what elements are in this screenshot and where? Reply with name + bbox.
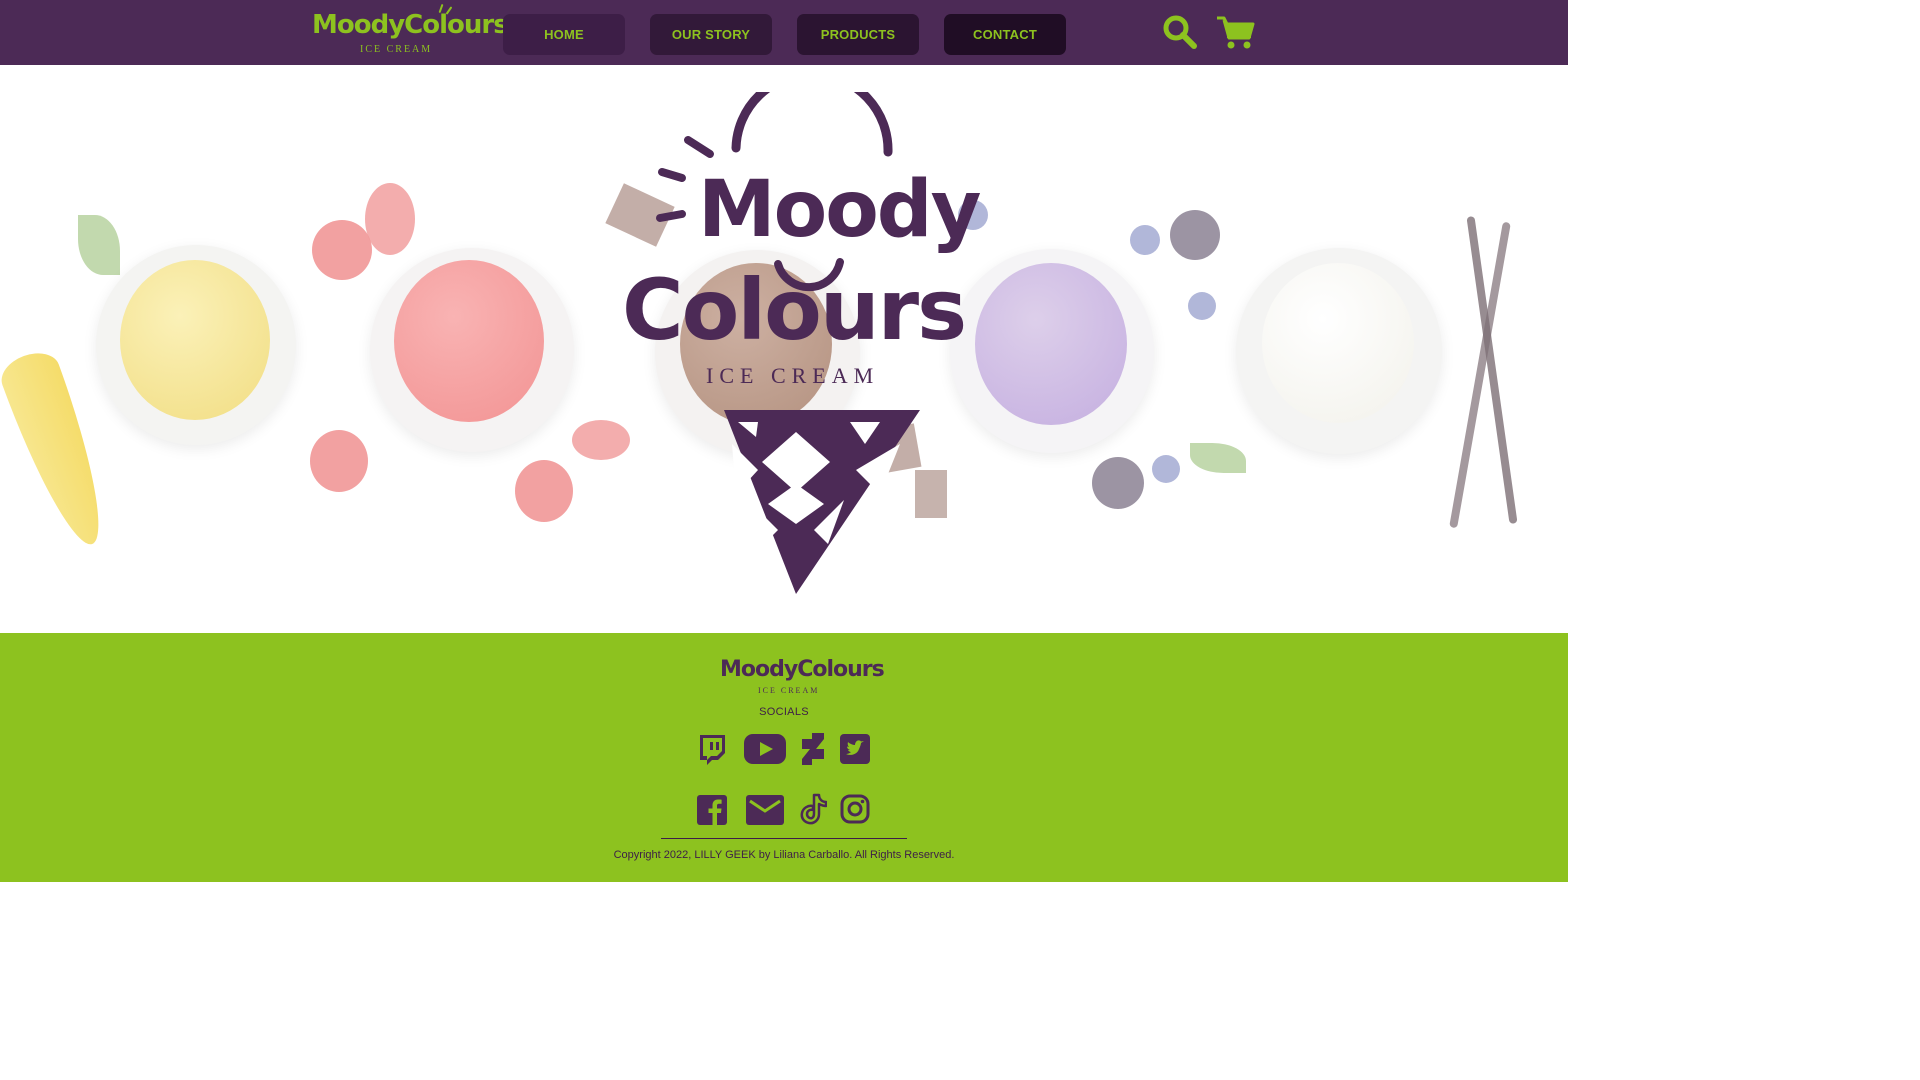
site-header: MoodyColours ICE CREAM HOME OUR STORY PR… <box>0 0 1568 65</box>
footer-logo[interactable]: MoodyColours ICE CREAM <box>716 649 885 697</box>
nav-our-story-button[interactable]: OUR STORY <box>650 14 772 55</box>
youtube-icon[interactable] <box>744 734 786 764</box>
leaf-decoration <box>1190 443 1246 473</box>
copyright-text: Copyright 2022, LILLY GEEK by Liliana Ca… <box>613 849 955 861</box>
vanilla-pod-decoration <box>1466 215 1518 525</box>
logo-tagline: ICE CREAM <box>360 44 433 55</box>
email-icon[interactable] <box>746 795 784 825</box>
mango-scoop <box>120 260 270 420</box>
search-icon[interactable] <box>1162 14 1198 50</box>
hero-brand-word-1: Moody <box>698 165 981 255</box>
socials-heading: SOCIALS <box>759 706 809 718</box>
strawberry-decoration <box>312 220 372 280</box>
footer-logo-tagline: ICE CREAM <box>758 686 820 695</box>
tiktok-icon[interactable] <box>800 793 827 825</box>
strawberry-decoration <box>310 430 368 492</box>
twitter-icon[interactable] <box>840 734 870 764</box>
hero-brand-tagline: ICE CREAM <box>706 363 880 388</box>
hero-brand-word-2: Colours <box>622 261 967 359</box>
footer-divider <box>661 838 907 839</box>
strawberry-scoop <box>394 260 544 422</box>
blueberry-decoration <box>1130 225 1160 255</box>
blueberry-decoration <box>1188 292 1216 320</box>
deviantart-icon[interactable] <box>802 733 824 765</box>
nav-products-button[interactable]: PRODUCTS <box>797 14 919 55</box>
strawberry-decoration <box>515 460 573 522</box>
cart-icon[interactable] <box>1215 14 1255 50</box>
twitch-icon[interactable] <box>697 734 727 766</box>
nav-contact-button[interactable]: CONTACT <box>944 14 1066 55</box>
page-bottom-edge <box>0 882 1568 886</box>
strawberry-decoration <box>365 183 415 255</box>
blackberry-decoration <box>1170 210 1220 260</box>
site-footer: MoodyColours ICE CREAM SOCIALS Copyright… <box>0 633 1568 886</box>
blackberry-decoration <box>1092 457 1144 509</box>
vanilla-scoop <box>1262 263 1414 423</box>
leaf-decoration <box>78 215 120 275</box>
hero-banner: Moody Colours ICE CREAM <box>0 65 1568 633</box>
logo-wordmark: MoodyColours <box>312 10 509 40</box>
header-logo[interactable]: MoodyColours ICE CREAM <box>312 3 509 58</box>
blueberry-scoop <box>975 263 1127 425</box>
instagram-icon[interactable] <box>840 794 870 824</box>
footer-logo-wordmark: MoodyColours <box>720 657 885 682</box>
nav-home-button[interactable]: HOME <box>503 14 625 55</box>
blueberry-decoration <box>1152 455 1180 483</box>
facebook-icon[interactable] <box>697 795 727 825</box>
